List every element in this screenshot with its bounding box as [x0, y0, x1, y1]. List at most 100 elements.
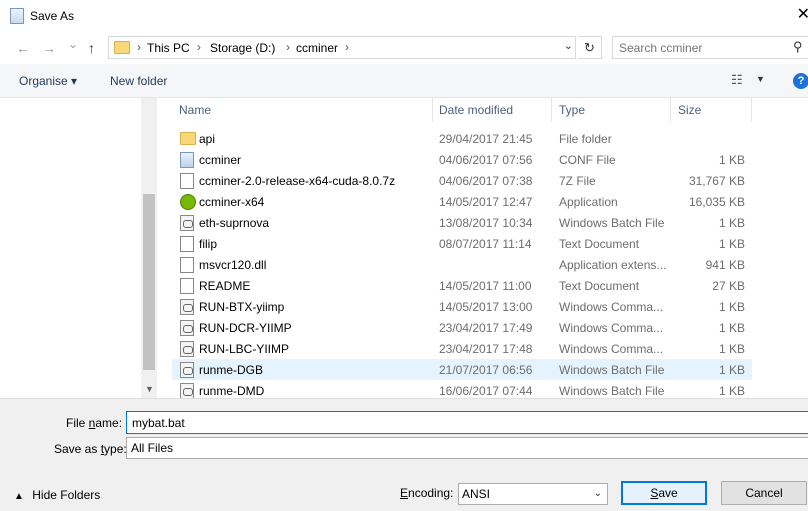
file-row[interactable]: RUN-LBC-YIIMP 23/04/2017 17:48 Windows Com… — [172, 338, 752, 359]
file-date-modified: 21/07/2017 06:56 — [439, 363, 533, 377]
breadcrumb-this-pc[interactable]: This PC — [147, 41, 190, 55]
address-dropdown-icon[interactable]: ⌄ — [564, 39, 573, 52]
file-row[interactable]: api 29/04/2017 21:45 File folder — [172, 128, 752, 149]
file-type: Application — [559, 195, 618, 209]
file-size: 1 KB — [718, 363, 745, 377]
file-size: 16,035 KB — [688, 195, 745, 209]
file-size: 31,767 KB — [688, 174, 745, 188]
file-name: filip — [199, 237, 218, 251]
search-icon[interactable]: ⚲ — [793, 39, 803, 55]
encoding-value: ANSI — [462, 487, 491, 501]
file-row[interactable]: ccminer-x64 14/05/2017 12:47 Application 16… — [172, 191, 752, 212]
file-row[interactable]: filip 08/07/2017 11:14 Text Document 1 KB — [172, 233, 752, 254]
file-type: Windows Batch File — [559, 216, 665, 230]
close-icon[interactable]: ✕ — [797, 4, 808, 24]
file-size: 1 KB — [718, 216, 745, 230]
breadcrumb-separator: › — [286, 40, 290, 54]
file-row[interactable]: runme-DMD 16/06/2017 07:44 Windows Batch F… — [172, 380, 752, 398]
file-type: Windows Comma... — [559, 342, 664, 356]
search-input[interactable] — [619, 40, 779, 56]
file-date-modified: 23/04/2017 17:48 — [439, 342, 533, 356]
file-row[interactable]: RUN-DCR-YIIMP 23/04/2017 17:49 Windows Com… — [172, 317, 752, 338]
file-date-modified: 29/04/2017 21:45 — [439, 132, 533, 146]
batch-file-icon — [180, 341, 194, 357]
breadcrumb-separator: › — [137, 40, 141, 54]
file-type: Windows Batch File — [559, 384, 665, 398]
folder-file-icon — [180, 132, 196, 145]
help-icon[interactable]: ? — [793, 73, 808, 89]
file-row[interactable]: ccminer-2.0-release-x64-cuda-8.0.7z 04/06… — [172, 170, 752, 191]
file-type: CONF File — [559, 153, 616, 167]
address-bar[interactable]: › This PC › Storage (D:) › ccminer › ⌄ — [108, 36, 576, 59]
save-as-type-select[interactable]: All Files — [126, 437, 808, 459]
chevron-down-icon: ⌄ — [593, 488, 602, 499]
back-arrow-icon[interactable]: ← — [16, 40, 30, 56]
dll-file-icon — [180, 257, 194, 273]
file-size: 941 KB — [705, 258, 745, 272]
hide-folders-button[interactable]: ▲ Hide Folders — [14, 488, 100, 502]
navigation-scrollbar[interactable]: ▼ — [141, 98, 157, 398]
doc-file-icon — [180, 236, 194, 252]
column-header-name[interactable]: Name — [172, 98, 433, 122]
file-name-input[interactable] — [126, 411, 808, 434]
window-title: Save As — [30, 9, 75, 23]
file-type: 7Z File — [559, 174, 596, 188]
scroll-down-chevron-icon[interactable]: ▼ — [145, 384, 154, 394]
file-row[interactable]: msvcr120.dll Application extens... 941 KB — [172, 254, 752, 275]
file-type: Windows Comma... — [559, 321, 664, 335]
file-name: RUN-DCR-YIIMP — [199, 321, 292, 335]
doc-file-icon — [180, 278, 194, 294]
title-bar: Save As ✕ — [0, 0, 808, 32]
file-list[interactable]: ^ Name Date modified Type Size api29/04/… — [160, 98, 808, 398]
encoding-select[interactable]: ANSI ⌄ — [458, 483, 608, 505]
scrollbar-thumb[interactable] — [143, 194, 155, 370]
column-header-date-modified[interactable]: Date modified — [432, 98, 552, 122]
cancel-button[interactable]: Cancel — [721, 481, 807, 505]
file-row[interactable]: RUN-BTX-yiimp 14/05/2017 13:00 Windows Com… — [172, 296, 752, 317]
column-header-type[interactable]: Type — [552, 98, 671, 122]
breadcrumb-separator: › — [345, 40, 349, 54]
file-date-modified: 04/06/2017 07:38 — [439, 174, 533, 188]
file-row[interactable]: eth-suprnova 13/08/2017 10:34 Windows Batc… — [172, 212, 752, 233]
breadcrumb-separator: › — [197, 40, 201, 54]
breadcrumb-storage-d[interactable]: Storage (D:) — [210, 41, 275, 55]
organise-button[interactable]: Organise ▾ — [19, 74, 77, 88]
file-row[interactable]: README 14/05/2017 11:00 Text Document 27 KB — [172, 275, 752, 296]
file-date-modified: 13/08/2017 10:34 — [439, 216, 533, 230]
column-header-size[interactable]: Size — [671, 98, 752, 122]
save-button[interactable]: Save — [621, 481, 707, 505]
view-dropdown-icon[interactable]: ▼ — [756, 74, 765, 84]
file-name: ccminer-x64 — [199, 195, 265, 209]
new-folder-button[interactable]: New folder — [110, 74, 167, 88]
hide-folders-label: Hide Folders — [32, 488, 101, 502]
recent-locations-chevron-icon[interactable]: ⌄ — [68, 37, 78, 51]
file-date-modified: 04/06/2017 07:56 — [439, 153, 533, 167]
nvidia-file-icon — [180, 194, 196, 210]
navigation-pane[interactable] — [0, 98, 140, 398]
batch-file-icon — [180, 320, 194, 336]
batch-file-icon — [180, 299, 194, 315]
file-size: 27 KB — [712, 279, 745, 293]
file-name: api — [199, 132, 216, 146]
file-type: Text Document — [559, 279, 640, 293]
file-date-modified: 14/05/2017 12:47 — [439, 195, 533, 209]
file-name: ccminer — [199, 153, 242, 167]
file-name: RUN-BTX-yiimp — [199, 300, 285, 314]
file-row[interactable]: runme-DGB 21/07/2017 06:56 Windows Batch F… — [172, 359, 752, 380]
breadcrumb-ccminer[interactable]: ccminer — [296, 41, 338, 55]
file-size: 1 KB — [718, 342, 745, 356]
file-size: 1 KB — [718, 237, 745, 251]
file-type: Windows Comma... — [559, 300, 664, 314]
command-bar: Organise ▾ New folder ☷ ▼ ? — [0, 64, 808, 98]
file-row[interactable]: ccminer 04/06/2017 07:56 CONF File 1 KB — [172, 149, 752, 170]
refresh-icon[interactable]: ↻ — [578, 36, 602, 59]
forward-arrow-icon[interactable]: → — [42, 40, 56, 56]
up-arrow-icon[interactable]: ↑ — [88, 40, 95, 56]
file-name: ccminer-2.0-release-x64-cuda-8.0.7z — [199, 174, 396, 188]
batch-file-icon — [180, 215, 194, 231]
file-type: Windows Batch File — [559, 363, 665, 377]
search-box[interactable]: ⚲ — [612, 36, 808, 59]
file-name-label: File name: — [66, 416, 123, 430]
view-options-icon[interactable]: ☷ — [731, 72, 743, 88]
file-name: runme-DMD — [199, 384, 265, 398]
